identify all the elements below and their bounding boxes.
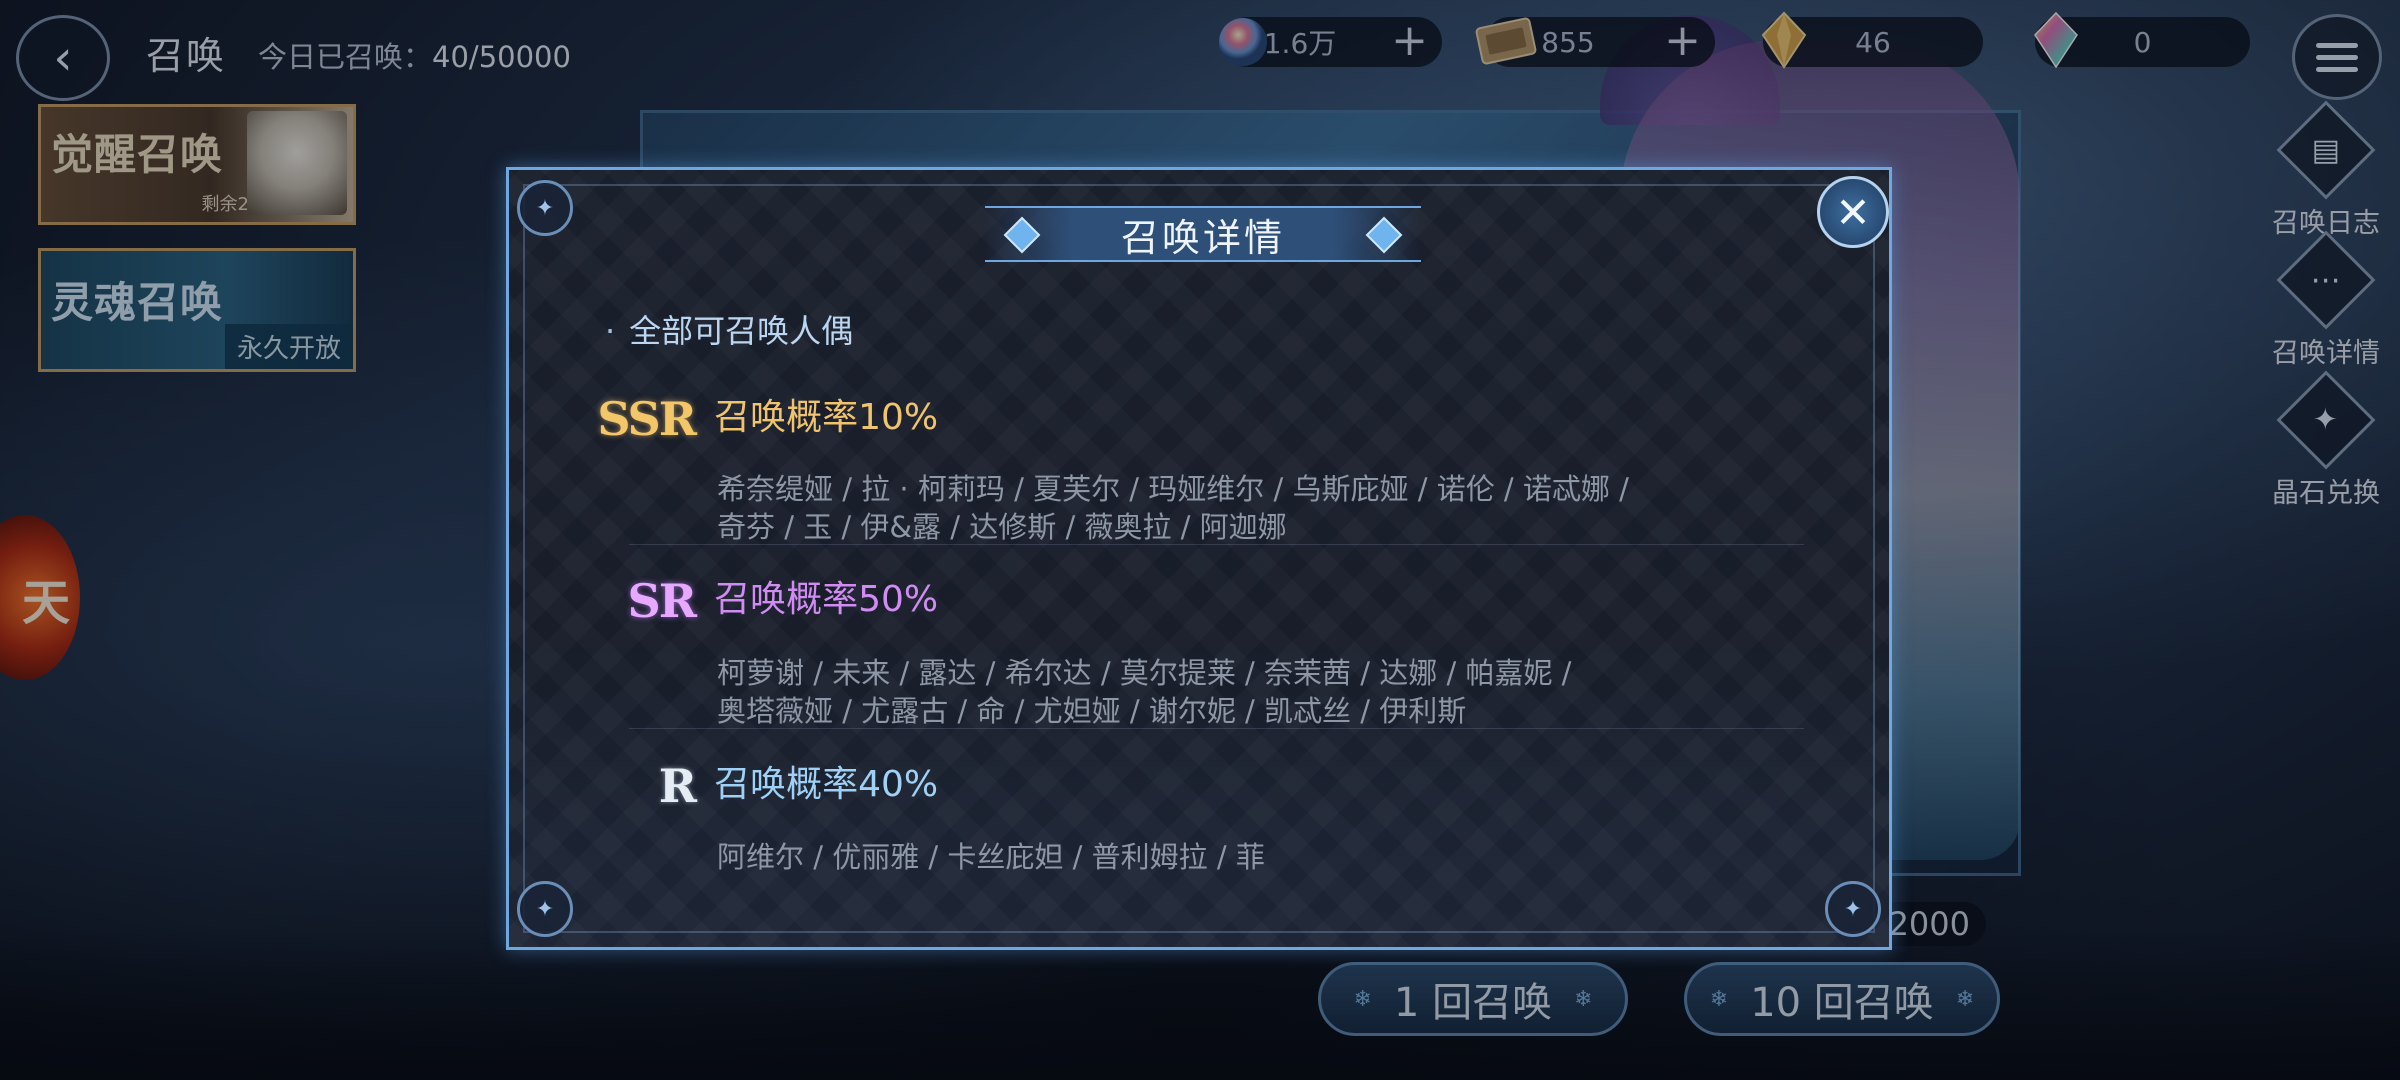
ssr-rate: 召唤概率10% (714, 397, 939, 438)
modal-title: 召唤详情 (1120, 215, 1285, 260)
sr-character-list: 柯萝谢 / 未来 / 露达 / 希尔达 / 莫尔提莱 / 奈茉茜 / 达娜 / … (717, 654, 1737, 730)
list-item: 奥塔薇娅 / 尤露古 / 命 / 尤妲娅 / 谢尔妮 / 凯忒丝 / 伊利斯 (717, 694, 1467, 728)
r-badge: R (658, 759, 697, 813)
list-item: 希奈缇娅 / 拉 · 柯莉玛 / 夏芙尔 / 玛娅维尔 / 乌斯庇娅 / 诺伦 … (717, 472, 1629, 506)
ssr-badge: SSR (597, 392, 697, 446)
rarity-r-header: R 召唤概率40% (595, 755, 938, 813)
diamond-ornament-icon (1003, 216, 1041, 254)
modal-close-button[interactable]: ✕ (1817, 176, 1889, 248)
sr-badge: SR (627, 574, 697, 628)
section-title: · 全部可召唤人偶 (605, 306, 853, 352)
bullet-icon: · (605, 312, 616, 350)
rarity-sr-header: SR 召唤概率50% (595, 570, 939, 628)
divider (629, 544, 1804, 545)
list-item: 奇芬 / 玉 / 伊&露 / 达修斯 / 薇奥拉 / 阿迦娜 (717, 510, 1287, 544)
close-icon: ✕ (1835, 187, 1871, 237)
r-rate: 召唤概率40% (714, 764, 939, 805)
divider (629, 728, 1804, 729)
summon-details-modal: ✦ ✦ ✦ ✦ 召唤详情 ✕ ·全部可召唤人偶 SSR 召唤概率10% 希奈缇娅… (506, 167, 1892, 950)
modal-title-plate: 召唤详情 (985, 206, 1421, 262)
list-item: 柯萝谢 / 未来 / 露达 / 希尔达 / 莫尔提莱 / 奈茉茜 / 达娜 / … (717, 656, 1572, 690)
diamond-ornament-icon (1365, 216, 1403, 254)
modal-inner-frame (523, 184, 1875, 933)
sr-rate: 召唤概率50% (714, 579, 939, 620)
corner-ornament-icon: ✦ (1825, 881, 1881, 937)
list-item: 阿维尔 / 优丽雅 / 卡丝庇妲 / 普利姆拉 / 菲 (717, 840, 1265, 874)
r-character-list: 阿维尔 / 优丽雅 / 卡丝庇妲 / 普利姆拉 / 菲 (717, 838, 1737, 876)
rarity-ssr-header: SSR 召唤概率10% (595, 388, 938, 446)
corner-ornament-icon: ✦ (517, 881, 573, 937)
ssr-character-list: 希奈缇娅 / 拉 · 柯莉玛 / 夏芙尔 / 玛娅维尔 / 乌斯庇娅 / 诺伦 … (717, 470, 1737, 546)
corner-ornament-icon: ✦ (517, 180, 573, 236)
section-title-text: 全部可召唤人偶 (629, 312, 854, 350)
